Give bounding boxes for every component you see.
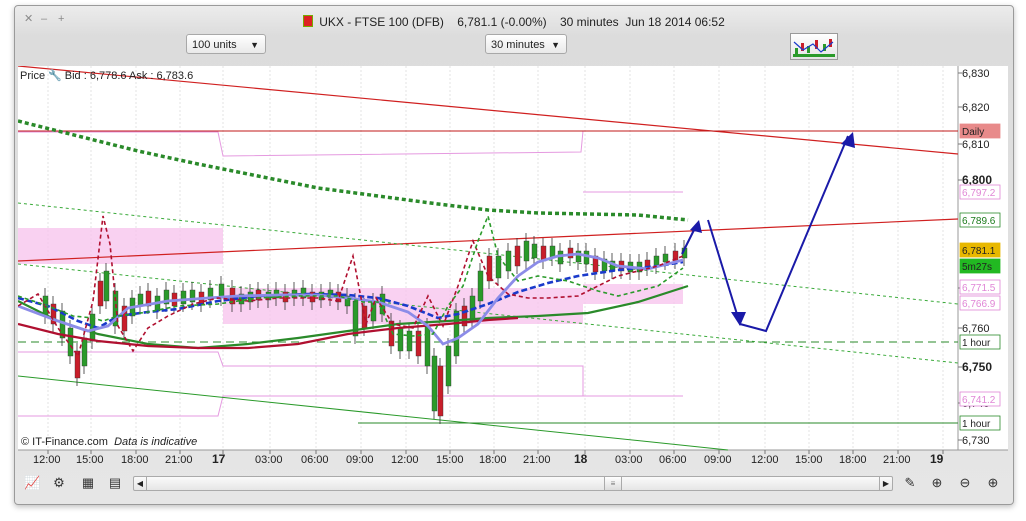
price-chart[interactable]: 6,8306,8206,8106,8006,7706,7606,7506,740… [18, 66, 1008, 474]
candle [523, 240, 530, 262]
candle [653, 255, 660, 267]
candle [477, 270, 484, 302]
disclaimer-text: Data is indicative [114, 436, 198, 448]
candle [397, 327, 404, 352]
candle [453, 310, 460, 357]
price-tag-label: 6,797.2 [962, 188, 996, 199]
candle [406, 330, 413, 352]
candle [97, 280, 104, 307]
price-tick-label: 6,820 [962, 102, 990, 114]
time-scrollbar[interactable]: ◀ ≡ ▶ [133, 476, 893, 491]
candle [103, 270, 110, 302]
time-tick-label: 21:00 [165, 454, 193, 466]
time-tick-label: 09:00 [704, 454, 732, 466]
time-tick-label: 21:00 [523, 454, 551, 466]
candle [567, 247, 574, 259]
time-tick-label: 03:00 [615, 454, 643, 466]
crosshair-zoom-icon[interactable]: ⊕ [929, 475, 945, 491]
time-tick-label: 18:00 [839, 454, 867, 466]
time-tick-label: 09:00 [346, 454, 374, 466]
price-tick-label: 6,750 [962, 360, 992, 374]
candle [583, 250, 590, 265]
time-tick-label: 21:00 [883, 454, 911, 466]
price-info-bar: Price 🔧 Bid : 6,778.6 Ask : 6,783.6 [20, 69, 193, 82]
title-bar: ✕ – + UKX - FTSE 100 (DFB) 6,781.1 (-0.0… [15, 6, 1013, 32]
time-tick-label: 15:00 [795, 454, 823, 466]
price-tag-label: Daily [962, 127, 984, 138]
chart-style-icon[interactable]: 📈 [24, 475, 40, 491]
candle [445, 345, 452, 387]
pink-zone [18, 228, 223, 264]
candle [514, 245, 521, 267]
window-title: UKX - FTSE 100 (DFB) 6,781.1 (-0.00%) 30… [15, 15, 1013, 29]
time-tick-label: 06:00 [301, 454, 329, 466]
price-tick-label: 6,830 [962, 68, 990, 80]
price-tag-label: 6,781.1 [962, 246, 996, 257]
scroll-thumb[interactable]: ≡ [604, 477, 622, 490]
wrench-icon[interactable]: 🔧 [48, 69, 62, 82]
price-tag-label: 1 hour [962, 419, 991, 430]
time-tick-label: 18 [574, 452, 588, 466]
time-tick-label: 12:00 [391, 454, 419, 466]
draw-icon[interactable]: ▦ [80, 475, 96, 491]
zoom-in-icon[interactable]: ⊕ [985, 475, 1001, 491]
scroll-right-icon[interactable]: ▶ [879, 477, 892, 490]
time-tick-label: 18:00 [479, 454, 507, 466]
chart-settings-icon[interactable] [790, 33, 838, 60]
time-tick-label: 19 [930, 452, 944, 466]
candle [180, 290, 187, 305]
price-tag-label: 1 hour [962, 338, 991, 349]
units-select[interactable]: 100 units ▼ [186, 34, 266, 54]
units-select-value: 100 units [192, 39, 237, 51]
price-tag-label: 6,789.6 [962, 216, 996, 227]
candle [575, 250, 582, 263]
chevron-down-icon: ▼ [551, 40, 560, 50]
price-tick-label: 6,760 [962, 323, 990, 335]
candle [431, 355, 438, 412]
pink-zone [583, 284, 683, 304]
layers-icon[interactable]: ▤ [107, 475, 123, 491]
time-tick-label: 18:00 [121, 454, 149, 466]
time-tick-label: 06:00 [659, 454, 687, 466]
window-title-text: UKX - FTSE 100 (DFB) 6,781.1 (-0.00%) 30… [319, 15, 725, 29]
candle [437, 365, 444, 417]
bid-ask-text: Bid : 6,778.6 Ask : 6,783.6 [64, 70, 194, 82]
time-tick-label: 15:00 [76, 454, 104, 466]
copyright-text: © IT-Finance.com [21, 436, 108, 448]
candle [424, 325, 431, 367]
zoom-out-icon[interactable]: ⊖ [957, 475, 973, 491]
candle [74, 350, 81, 379]
candle [81, 337, 88, 367]
candle [662, 253, 669, 263]
time-tick-label: 12:00 [751, 454, 779, 466]
price-label[interactable]: Price [20, 70, 45, 82]
price-tick-label: 6,810 [962, 139, 990, 151]
timeframe-select[interactable]: 30 minutes ▼ [485, 34, 567, 54]
price-tick-label: 6,730 [962, 435, 990, 447]
price-tag-label: 6,771.5 [962, 283, 996, 294]
watermark: © IT-Finance.com Data is indicative [21, 436, 197, 448]
time-tick-label: 17 [212, 452, 226, 466]
price-tag-label: 5m27s [962, 262, 992, 273]
time-tick-label: 15:00 [436, 454, 464, 466]
indicator-icon[interactable]: ⚙ [51, 475, 67, 491]
candle [531, 243, 538, 259]
timeframe-select-value: 30 minutes [491, 39, 545, 51]
chevron-down-icon: ▼ [250, 40, 259, 50]
tool-icon[interactable]: ✎ [902, 475, 918, 491]
candlestick-icon [303, 15, 314, 27]
time-tick-label: 03:00 [255, 454, 283, 466]
price-tag-label: 6,766.9 [962, 299, 996, 310]
price-tag-label: 6,741.2 [962, 395, 996, 406]
time-tick-label: 12:00 [33, 454, 61, 466]
candle [557, 250, 564, 265]
candle [486, 255, 493, 282]
scroll-left-icon[interactable]: ◀ [134, 477, 147, 490]
